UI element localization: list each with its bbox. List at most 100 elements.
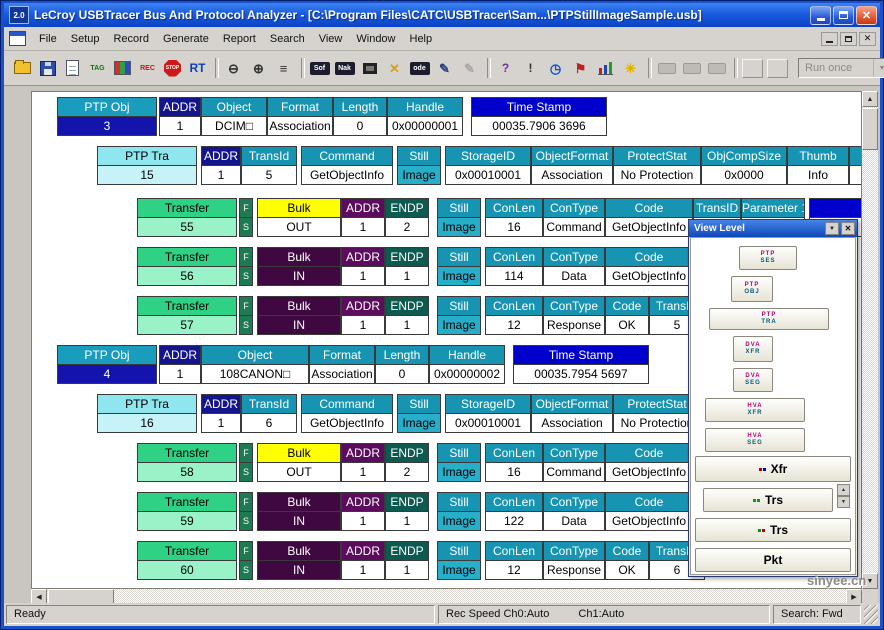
ptp-obj-4-cell-format[interactable]: FormatAssociation bbox=[309, 345, 375, 384]
ptp-obj-3-cell-object[interactable]: ObjectDCIM□ bbox=[201, 97, 267, 136]
transfer-56-cell-still[interactable]: StillImage bbox=[437, 247, 481, 286]
mdi-minimize-button[interactable] bbox=[821, 32, 838, 46]
ptp-tra-15-cell-objcompsize[interactable]: ObjCompSize0x0000 bbox=[701, 146, 787, 185]
ptp-obj-4-cell-length[interactable]: Length0 bbox=[375, 345, 429, 384]
menu-setup[interactable]: Setup bbox=[64, 30, 107, 48]
palette-close-button[interactable] bbox=[841, 222, 855, 235]
channels-icon[interactable] bbox=[111, 57, 134, 80]
ptp-tra-16-cell-storageid[interactable]: StorageID0x00010001 bbox=[445, 394, 531, 433]
transfer-55-cell-contype[interactable]: ConTypeCommand bbox=[543, 198, 605, 237]
transfer-59-cell-still[interactable]: StillImage bbox=[437, 492, 481, 531]
view-level-button-2-ptp-tra[interactable]: PTPTRA bbox=[709, 308, 829, 330]
transfer-58-cell-still[interactable]: StillImage bbox=[437, 443, 481, 482]
transfer-57-cell-conlen[interactable]: ConLen12 bbox=[485, 296, 543, 335]
view-level-button-10-pkt[interactable]: Pkt bbox=[695, 548, 851, 572]
wrap-lines-icon[interactable]: ≡ bbox=[272, 57, 295, 80]
ptp-tra-15-cell-im[interactable]: ImIn bbox=[849, 146, 862, 185]
transfer-59-cell-endp[interactable]: ENDP1 bbox=[385, 492, 429, 531]
transfer-58-cell-code[interactable]: CodeGetObjectInfo bbox=[605, 443, 693, 482]
palette-rollup-button[interactable] bbox=[825, 222, 839, 235]
transfer-58-label[interactable]: Transfer58 bbox=[137, 443, 237, 482]
mdi-restore-button[interactable] bbox=[840, 32, 857, 46]
transfer-60-label[interactable]: Transfer60 bbox=[137, 541, 237, 580]
scroll-up-button[interactable]: ▲ bbox=[862, 91, 878, 107]
transfer-55-label[interactable]: Transfer55 bbox=[137, 198, 237, 237]
menu-file[interactable]: File bbox=[32, 30, 64, 48]
transfer-57-cell-endp[interactable]: ENDP1 bbox=[385, 296, 429, 335]
close-button[interactable] bbox=[856, 6, 877, 25]
palette-scroll-up-button[interactable] bbox=[837, 484, 850, 496]
menu-generate[interactable]: Generate bbox=[156, 30, 216, 48]
mdi-system-icon[interactable] bbox=[9, 31, 26, 46]
menu-record[interactable]: Record bbox=[106, 30, 155, 48]
transfer-58-cell-endp[interactable]: ENDP2 bbox=[385, 443, 429, 482]
view-level-button-7-xfr[interactable]: Xfr bbox=[695, 456, 851, 482]
ptp-obj-3-cell-handle[interactable]: Handle0x00000001 bbox=[387, 97, 463, 136]
ptp-tra-15-cell-transid[interactable]: TransId5 bbox=[241, 146, 297, 185]
view-level-button-8-trs[interactable]: Trs bbox=[703, 488, 833, 512]
ptp-tra-16-cell-command[interactable]: CommandGetObjectInfo bbox=[301, 394, 393, 433]
view-level-button-3-dva-xfr[interactable]: DVAXFR bbox=[733, 336, 773, 362]
transfer-59-cell-conlen[interactable]: ConLen122 bbox=[485, 492, 543, 531]
transfer-60-cell-conlen[interactable]: ConLen12 bbox=[485, 541, 543, 580]
transfer-59-cell-code[interactable]: CodeGetObjectInfo bbox=[605, 492, 693, 531]
ptp-tra-15-cell-protectstat[interactable]: ProtectStatNo Protection bbox=[613, 146, 701, 185]
ptp-obj-4-cell-addr[interactable]: ADDR1 bbox=[159, 345, 201, 384]
ptp-obj-3-label[interactable]: PTP Obj3 bbox=[57, 97, 157, 136]
ptp-obj-3-cell-time-stamp[interactable]: Time Stamp00035.7906 3696 bbox=[471, 97, 607, 136]
palette-title-bar[interactable]: View Level bbox=[689, 220, 857, 237]
transfer-59-label[interactable]: Transfer59 bbox=[137, 492, 237, 531]
transfer-55-cell-code[interactable]: CodeGetObjectInfo bbox=[605, 198, 693, 237]
decode-icon[interactable]: ode bbox=[408, 57, 431, 80]
transfer-57-cell-addr[interactable]: ADDR1 bbox=[341, 296, 385, 335]
hide-sof-icon[interactable]: Sof bbox=[308, 57, 331, 80]
stop-icon[interactable]: STOP bbox=[161, 57, 184, 80]
ptp-obj-4-label[interactable]: PTP Obj4 bbox=[57, 345, 157, 384]
note-icon[interactable]: ! bbox=[519, 57, 542, 80]
export-document-icon[interactable] bbox=[61, 57, 84, 80]
settings-icon[interactable]: ✳ bbox=[619, 57, 642, 80]
vertical-scrollbar[interactable]: ▲ ▼ bbox=[862, 91, 878, 589]
ptp-obj-3-cell-length[interactable]: Length0 bbox=[333, 97, 387, 136]
transfer-55-cell-still[interactable]: StillImage bbox=[437, 198, 481, 237]
ptp-tra-15-cell-thumb[interactable]: ThumbInfo bbox=[787, 146, 849, 185]
transfer-60-cell-addr[interactable]: ADDR1 bbox=[341, 541, 385, 580]
transfer-58-cell-addr[interactable]: ADDR1 bbox=[341, 443, 385, 482]
ptp-obj-3-cell-format[interactable]: FormatAssociation bbox=[267, 97, 333, 136]
record-icon[interactable]: REC bbox=[136, 57, 159, 80]
menu-window[interactable]: Window bbox=[349, 30, 402, 48]
transfer-56-cell-code[interactable]: CodeGetObjectInfo bbox=[605, 247, 693, 286]
combo-dropdown-icon[interactable] bbox=[873, 59, 884, 77]
transfer-60-cell-code[interactable]: CodeOK bbox=[605, 541, 649, 580]
ptp-tra-15-label[interactable]: PTP Tra15 bbox=[97, 146, 197, 185]
menu-report[interactable]: Report bbox=[216, 30, 263, 48]
menu-search[interactable]: Search bbox=[263, 30, 312, 48]
transfer-60-cell-bulk[interactable]: BulkIN bbox=[257, 541, 341, 580]
transfer-59-cell-addr[interactable]: ADDR1 bbox=[341, 492, 385, 531]
view-level-button-6-hva-seg[interactable]: HVASEG bbox=[705, 428, 805, 452]
transfer-60-cell-still[interactable]: StillImage bbox=[437, 541, 481, 580]
transfer-56-cell-contype[interactable]: ConTypeData bbox=[543, 247, 605, 286]
palette-scroll-down-button[interactable] bbox=[837, 496, 850, 508]
transfer-56-cell-addr[interactable]: ADDR1 bbox=[341, 247, 385, 286]
menu-help[interactable]: Help bbox=[403, 30, 440, 48]
clock-icon[interactable]: ◷ bbox=[544, 57, 567, 80]
statistics-icon[interactable] bbox=[594, 57, 617, 80]
transfer-59-cell-bulk[interactable]: BulkIN bbox=[257, 492, 341, 531]
hide-x-icon[interactable]: ✕ bbox=[383, 57, 406, 80]
transfer-58-cell-bulk[interactable]: BulkOUT bbox=[257, 443, 341, 482]
transfer-59-cell-contype[interactable]: ConTypeData bbox=[543, 492, 605, 531]
save-icon[interactable] bbox=[36, 57, 59, 80]
ptp-tra-15-cell-storageid[interactable]: StorageID0x00010001 bbox=[445, 146, 531, 185]
view-level-button-9-trs[interactable]: Trs bbox=[695, 518, 851, 542]
mdi-close-button[interactable] bbox=[859, 32, 876, 46]
transfer-57-cell-code[interactable]: CodeOK bbox=[605, 296, 649, 335]
minimize-button[interactable] bbox=[810, 6, 831, 25]
ptp-tra-15-cell-addr[interactable]: ADDR1 bbox=[201, 146, 241, 185]
ptp-tra-16-label[interactable]: PTP Tra16 bbox=[97, 394, 197, 433]
ptp-tra-15-cell-objectformat[interactable]: ObjectFormatAssociation bbox=[531, 146, 613, 185]
edit-pencil-icon[interactable]: ✎ bbox=[433, 57, 456, 80]
flag-icon[interactable]: ⚑ bbox=[569, 57, 592, 80]
ptp-obj-4-cell-handle[interactable]: Handle0x00000002 bbox=[429, 345, 505, 384]
transfer-55-cell-endp[interactable]: ENDP2 bbox=[385, 198, 429, 237]
